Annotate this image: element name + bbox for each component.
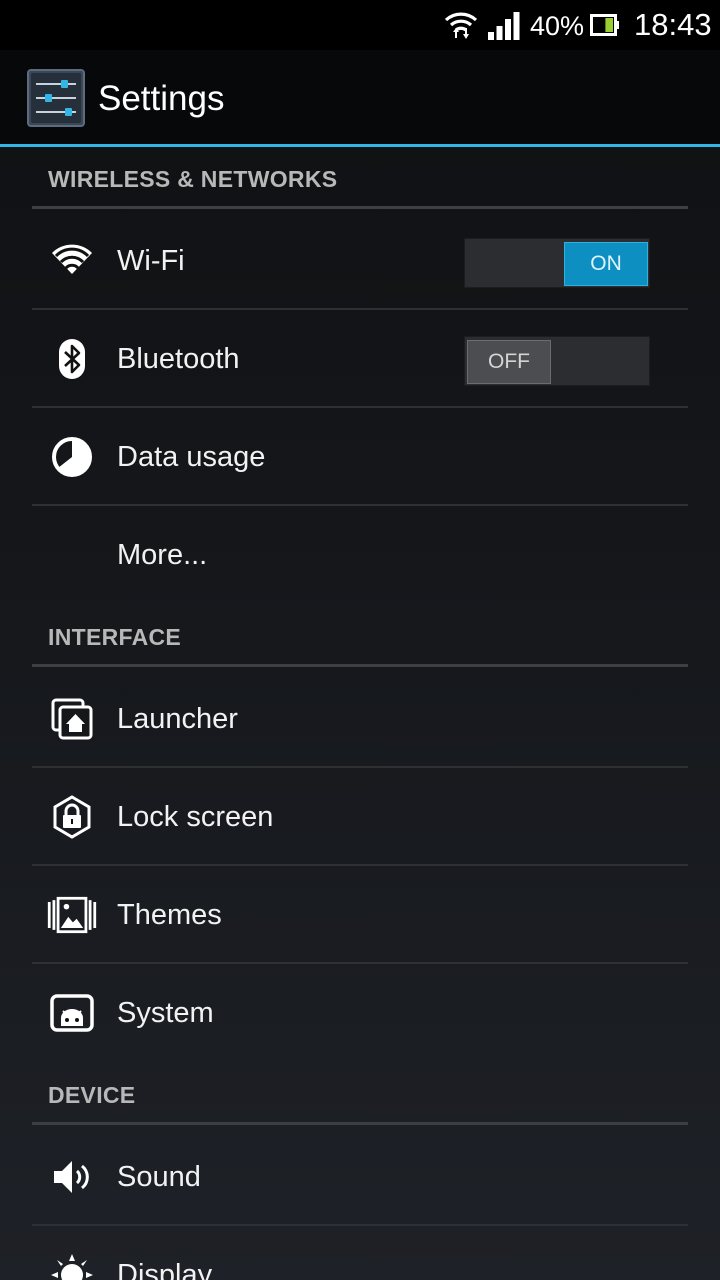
settings-item-label: Launcher [117,703,238,735]
section-header-wireless: WIRELESS & NETWORKS [48,166,338,192]
settings-item-sound[interactable]: Sound [32,1129,688,1225]
toggle-state-label: OFF [467,340,551,384]
sound-icon [54,1161,89,1193]
section-divider [32,664,688,667]
settings-item-label: Wi-Fi [117,245,185,277]
row-divider [32,504,688,506]
wifi-data-icon [444,12,478,39]
settings-item-themes[interactable]: Themes [32,867,688,963]
section-header-interface: INTERFACE [48,624,182,650]
settings-item-label: Lock screen [117,801,274,833]
section-divider [32,206,688,209]
page-title: Settings [98,79,225,118]
section-divider [32,1122,688,1125]
row-divider [32,962,688,964]
settings-item-data-usage[interactable]: Data usage [32,409,688,505]
settings-item-label: Data usage [117,441,266,473]
data-usage-icon [52,437,92,477]
screen: 40% 18:43 Settings WIRELESS & NETWORKS W… [0,0,720,1280]
settings-item-wifi[interactable]: Wi-Fi ON [32,213,688,309]
settings-sliders-icon[interactable] [27,69,85,127]
clock: 18:43 [634,7,712,42]
settings-item-label: System [117,997,214,1029]
settings-item-bluetooth[interactable]: Bluetooth OFF [32,311,688,407]
signal-strength-icon [488,12,520,40]
battery-percent: 40% [530,11,585,41]
settings-item-system[interactable]: System [32,965,688,1061]
action-bar: Settings [0,50,720,147]
system-icon [50,994,94,1032]
themes-icon [47,896,97,934]
lock-icon [53,795,91,839]
row-divider [32,864,688,866]
section-header-device: DEVICE [48,1082,136,1108]
bluetooth-toggle[interactable]: OFF [464,336,650,386]
status-bar: 40% 18:43 [0,0,720,50]
battery-icon [590,14,619,36]
toggle-state-label: ON [564,242,648,286]
settings-item-lock-screen[interactable]: Lock screen [32,769,688,865]
settings-item-launcher[interactable]: Launcher [32,671,688,767]
row-divider [32,766,688,768]
launcher-icon [51,698,93,740]
row-divider [32,1224,688,1226]
wifi-icon [52,244,92,274]
settings-item-more[interactable]: More... [32,507,688,603]
settings-item-display[interactable]: Display [32,1227,688,1280]
wifi-toggle[interactable]: ON [464,238,650,288]
settings-item-label: Themes [117,899,222,931]
row-divider [32,308,688,310]
display-icon [51,1254,93,1280]
settings-item-label: Sound [117,1161,201,1193]
row-divider [32,406,688,408]
settings-item-label: More... [117,539,208,571]
bluetooth-icon [59,339,85,379]
settings-item-label: Display [117,1259,213,1280]
settings-item-label: Bluetooth [117,343,240,375]
